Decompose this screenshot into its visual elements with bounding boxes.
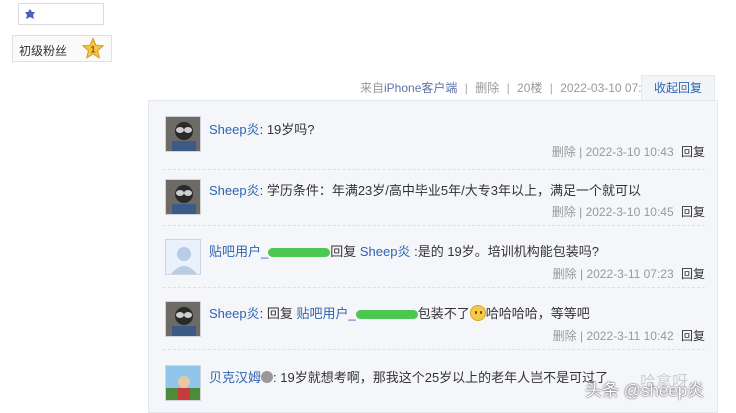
post-delete-link[interactable]: 删除: [475, 79, 499, 96]
reply-username[interactable]: Sheep炎: [209, 306, 260, 321]
avatar-image: [166, 180, 200, 214]
user-tag-icon: [261, 371, 274, 383]
reply-content: 19岁吗?: [266, 122, 315, 137]
reply-actions: 删除 | 2022-3-10 10:45 回复: [551, 205, 705, 219]
reply-item: Sheep炎: 回复 贴吧用户_ 包装不了 哈哈哈哈，等等吧 删除 | 2022-3…: [149, 287, 719, 349]
post-source-link[interactable]: iPhone客户端: [384, 79, 457, 96]
reply-divider: [163, 225, 705, 226]
reply-button[interactable]: 回复: [681, 205, 705, 219]
reply-item: Sheep炎: 学历条件：年满23岁/高中毕业5年/大专3年以上，满足一个就可以…: [149, 169, 719, 225]
fan-level-badge[interactable]: 初级粉丝 1: [12, 35, 112, 62]
level-number: 1: [90, 45, 95, 55]
reply-item: 贴吧用户_ 回复 Sheep炎 :是的 19岁。培训机构能包装吗? 删除 | 20…: [149, 225, 719, 287]
reply-button[interactable]: 回复: [681, 267, 705, 281]
author-sidebar: 初级粉丝 1: [0, 0, 130, 413]
reply-divider: [163, 349, 705, 350]
user-avatar[interactable]: [165, 116, 201, 152]
reply-text: 贴吧用户_ 回复 Sheep炎 :是的 19岁。培训机构能包装吗?: [209, 244, 600, 259]
reply-target-username[interactable]: Sheep炎: [360, 244, 411, 259]
avatar-image: [166, 302, 200, 336]
reply-divider: [163, 287, 705, 288]
reply-content: 19岁就想考啊，那我这个25岁以上的老年人岂不是可过了: [280, 370, 609, 385]
smile-emoji-icon: [469, 305, 486, 321]
reply-text: Sheep炎: 学历条件：年满23岁/高中毕业5年/大专3年以上，满足一个就可以: [209, 183, 641, 198]
reply-button[interactable]: 回复: [681, 329, 705, 343]
reply-time: 2022-3-11 07:23: [586, 267, 674, 281]
post-source-prefix: 来自: [360, 81, 385, 95]
avatar-image: [166, 117, 200, 151]
default-avatar-icon: [166, 240, 200, 274]
reply-actions: 删除 | 2022-3-11 10:42 回复: [552, 329, 705, 343]
reply-text: 贝克汉姆: 19岁就想考啊，那我这个25岁以上的老年人岂不是可过了: [209, 370, 609, 385]
reply-target-username[interactable]: 贴吧用户_: [296, 306, 355, 321]
user-avatar[interactable]: [165, 301, 201, 337]
reply-time: 2022-3-10 10:43: [585, 145, 674, 159]
reply-button[interactable]: 回复: [681, 145, 705, 159]
fan-level-label: 初级粉丝: [19, 44, 68, 58]
reply-delete-link[interactable]: 删除: [552, 145, 576, 159]
redaction-mark: [355, 310, 418, 320]
collapse-replies-button[interactable]: 收起回复: [641, 75, 715, 101]
reply-content: 包装不了: [417, 306, 470, 321]
post-meta: 来自iPhone客户端 | 删除 | 20楼 | 2022-03-10 07:3…: [360, 79, 655, 96]
member-badge[interactable]: [18, 3, 104, 25]
reply-username[interactable]: Sheep炎: [209, 183, 260, 198]
post-floor: 20楼: [517, 81, 543, 95]
user-avatar[interactable]: [165, 365, 201, 401]
reply-username[interactable]: 贝克汉姆: [209, 370, 261, 385]
reply-time: 2022-3-10 10:45: [585, 205, 674, 219]
member-icon: [25, 9, 35, 19]
reply-item: Sheep炎: 19岁吗? 删除 | 2022-3-10 10:43 回复: [149, 113, 719, 169]
reply-delete-link[interactable]: 删除: [553, 267, 577, 281]
reply-text: Sheep炎: 19岁吗?: [209, 122, 315, 137]
reply-content: 学历条件：年满23岁/高中毕业5年/大专3年以上，满足一个就可以: [266, 183, 641, 198]
reply-username[interactable]: Sheep炎: [209, 122, 260, 137]
level-star-icon: 1: [81, 37, 105, 59]
reply-text: Sheep炎: 回复 贴吧用户_ 包装不了 哈哈哈哈，等等吧: [209, 305, 590, 321]
reply-delete-link[interactable]: 删除: [553, 329, 577, 343]
watermark: 头条 @sheep炎: [585, 381, 705, 400]
reply-content-tail: 哈哈哈哈，等等吧: [485, 306, 590, 321]
reply-panel: Sheep炎: 19岁吗? 删除 | 2022-3-10 10:43 回复 Sh…: [148, 100, 718, 413]
user-avatar[interactable]: [165, 239, 201, 275]
reply-actions: 删除 | 2022-3-10 10:43 回复: [551, 145, 705, 159]
reply-divider: [163, 169, 705, 170]
redaction-mark: [268, 248, 331, 258]
reply-time: 2022-3-11 10:42: [586, 329, 674, 343]
reply-delete-link[interactable]: 删除: [552, 205, 576, 219]
reply-content: 是的 19岁。培训机构能包装吗?: [417, 244, 600, 259]
reply-actions: 删除 | 2022-3-11 07:23 回复: [552, 267, 705, 281]
avatar-image: [166, 366, 200, 400]
reply-username[interactable]: 贴吧用户_: [209, 244, 268, 259]
user-avatar[interactable]: [165, 179, 201, 215]
